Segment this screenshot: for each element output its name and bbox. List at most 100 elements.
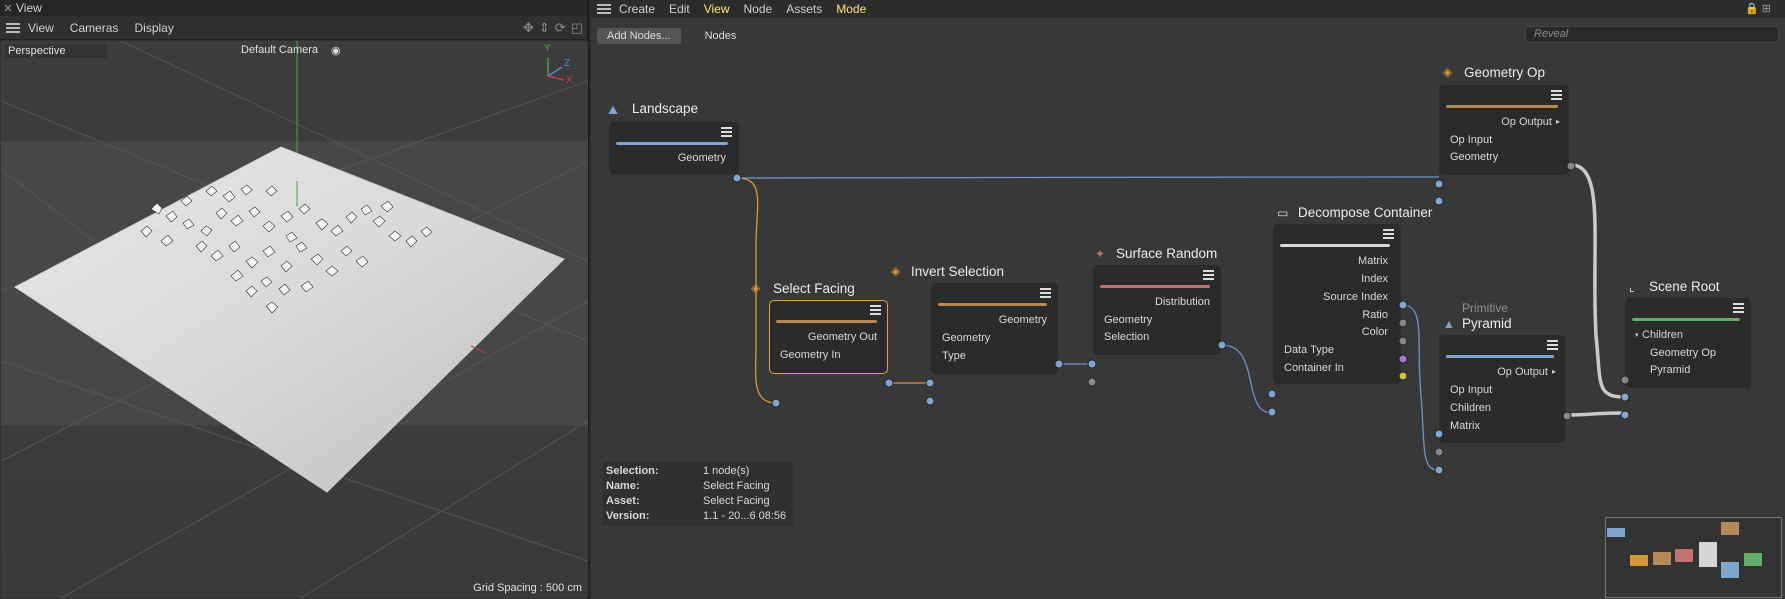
info-value: 1.1 - 20...6 08:56 xyxy=(703,510,787,522)
menu-mode[interactable]: Mode xyxy=(836,2,866,16)
node-menu-icon[interactable] xyxy=(721,127,732,137)
info-row: Name: Select Facing xyxy=(603,479,793,494)
node-menu-icon[interactable] xyxy=(1733,303,1744,313)
camera-icon[interactable]: ◉ xyxy=(331,44,341,57)
port-pyramid: Pyramid xyxy=(1650,364,1691,376)
port-data-type: Data Type xyxy=(1284,344,1334,356)
scene-render xyxy=(1,41,588,598)
pyramid-icon: ▲ xyxy=(1443,317,1455,331)
decompose-container-icon: ▭ xyxy=(1277,206,1289,220)
scene-root-node[interactable]: Children ▾ Geometry Op Pyramid xyxy=(1625,298,1751,388)
port-geometry-in: Geometry In xyxy=(780,349,841,361)
axis-z-label: Z xyxy=(564,58,571,69)
rotate-icon[interactable]: ⟳ xyxy=(555,20,566,36)
menu-display[interactable]: Display xyxy=(134,21,173,35)
node-menu-icon[interactable] xyxy=(1547,340,1558,350)
move-icon[interactable]: ✥ xyxy=(523,20,534,36)
projection-menu[interactable]: Perspective xyxy=(5,44,107,58)
node-color-bar xyxy=(938,303,1047,306)
nodes-tab[interactable]: Nodes xyxy=(705,30,737,42)
port-children: Children xyxy=(1450,402,1491,414)
port-op-output: Op Output xyxy=(1501,116,1552,128)
maximize-icon[interactable]: ◰ xyxy=(571,20,583,36)
surface-random-icon: ✦ xyxy=(1095,247,1106,261)
minimap-node xyxy=(1721,562,1739,578)
port-source-index: Source Index xyxy=(1323,291,1388,303)
port-op-output: Op Output xyxy=(1497,366,1548,378)
geometry-op-node[interactable]: Op Output ▸ Op Input Geometry xyxy=(1439,85,1569,175)
menu-view[interactable]: View xyxy=(28,21,54,35)
graph-minimap[interactable] xyxy=(1605,517,1782,598)
node-graph-canvas[interactable]: ⛰ Landscape Geometry ◈ Select Facing Geo… xyxy=(591,45,1785,599)
pan-icon[interactable]: ⇕ xyxy=(539,20,550,36)
info-key: Version: xyxy=(606,510,650,522)
port-geometry: Geometry xyxy=(677,152,726,164)
landscape-icon: ⛰ xyxy=(608,103,619,117)
port-geometry: Geometry xyxy=(1450,151,1499,163)
hamburger-menu-icon[interactable] xyxy=(597,4,611,14)
minimap-node xyxy=(1744,553,1762,566)
viewport-titlebar: ✕ View xyxy=(0,0,587,16)
port-geometry-out: Geometry Out xyxy=(807,331,877,343)
viewport-3d-view[interactable]: Y Z X Perspective Default Camera ◉ Grid … xyxy=(1,41,588,598)
reveal-search-input[interactable]: Reveal xyxy=(1525,26,1779,43)
port-index: Index xyxy=(1361,273,1388,285)
axis-x-label: X xyxy=(566,75,573,86)
menu-assets[interactable]: Assets xyxy=(786,2,822,16)
node-color-bar xyxy=(616,142,728,145)
invert-selection-node-title: Invert Selection xyxy=(911,264,1005,279)
node-menu-icon[interactable] xyxy=(1383,229,1394,239)
port-selection: Selection xyxy=(1104,331,1150,343)
menu-view[interactable]: View xyxy=(704,2,730,16)
landscape-node[interactable]: Geometry xyxy=(609,122,739,174)
minimap-node xyxy=(1721,522,1739,535)
expand-arrow-icon[interactable]: ▸ xyxy=(1556,117,1560,126)
menu-create[interactable]: Create xyxy=(619,2,655,16)
minimap-node xyxy=(1630,555,1648,566)
menu-cameras[interactable]: Cameras xyxy=(70,21,119,35)
node-color-bar xyxy=(1632,318,1740,321)
collapse-arrow-icon[interactable]: ▾ xyxy=(1635,331,1639,339)
port-matrix: Matrix xyxy=(1358,255,1388,267)
menu-node[interactable]: Node xyxy=(744,2,773,16)
minimap-node xyxy=(1699,542,1717,567)
node-menu-icon[interactable] xyxy=(1040,288,1051,298)
link-pyramid-scene-root xyxy=(1566,411,1626,417)
hamburger-menu-icon[interactable] xyxy=(6,22,20,33)
link-geometry-op-scene-root xyxy=(1570,163,1626,399)
port-container-in: Container In xyxy=(1284,362,1344,374)
close-icon[interactable]: ✕ xyxy=(0,2,16,15)
decompose-container-node[interactable]: Matrix Index Source Index Ratio Color Da… xyxy=(1273,224,1401,384)
info-row: Asset: Select Facing xyxy=(603,494,793,509)
port-ratio: Ratio xyxy=(1362,309,1388,321)
camera-label[interactable]: Default Camera xyxy=(241,44,318,56)
port-geometry-op: Geometry Op xyxy=(1650,347,1717,359)
minimap-node xyxy=(1607,528,1625,537)
select-facing-node-title: Select Facing xyxy=(773,281,855,296)
port-geometry-out: Geometry xyxy=(998,314,1047,326)
info-value: Select Facing xyxy=(703,480,770,492)
surface-random-node[interactable]: Distribution Geometry Selection xyxy=(1093,265,1221,355)
node-color-bar xyxy=(1446,355,1554,358)
node-menu-icon[interactable] xyxy=(870,305,881,315)
port-geometry-in: Geometry xyxy=(942,332,991,344)
info-value: Select Facing xyxy=(703,495,770,507)
port-type: Type xyxy=(942,350,966,362)
menu-edit[interactable]: Edit xyxy=(669,2,690,16)
link-landscape-geometry-op xyxy=(736,176,1440,179)
axis-y-label: Y xyxy=(544,43,551,54)
minimap-node xyxy=(1653,552,1671,565)
minimap-node xyxy=(1675,549,1693,562)
select-facing-node[interactable]: Geometry Out Geometry In xyxy=(769,300,888,374)
viewport-tools: ✥ ⇕ ⟳ ◰ xyxy=(523,20,583,36)
pyramid-node[interactable]: Op Output ▸ Op Input Children Matrix xyxy=(1439,335,1565,443)
lock-icon[interactable]: 🔒 ⊞ xyxy=(1745,2,1771,15)
node-color-bar xyxy=(1100,285,1210,288)
node-menu-icon[interactable] xyxy=(1203,270,1214,280)
node-menu-icon[interactable] xyxy=(1551,90,1562,100)
select-facing-icon: ◈ xyxy=(751,281,761,295)
port-matrix: Matrix xyxy=(1450,420,1480,432)
expand-arrow-icon[interactable]: ▸ xyxy=(1552,367,1556,376)
invert-selection-node[interactable]: Geometry Geometry Type xyxy=(931,283,1058,374)
add-nodes-button[interactable]: Add Nodes... xyxy=(597,28,681,44)
